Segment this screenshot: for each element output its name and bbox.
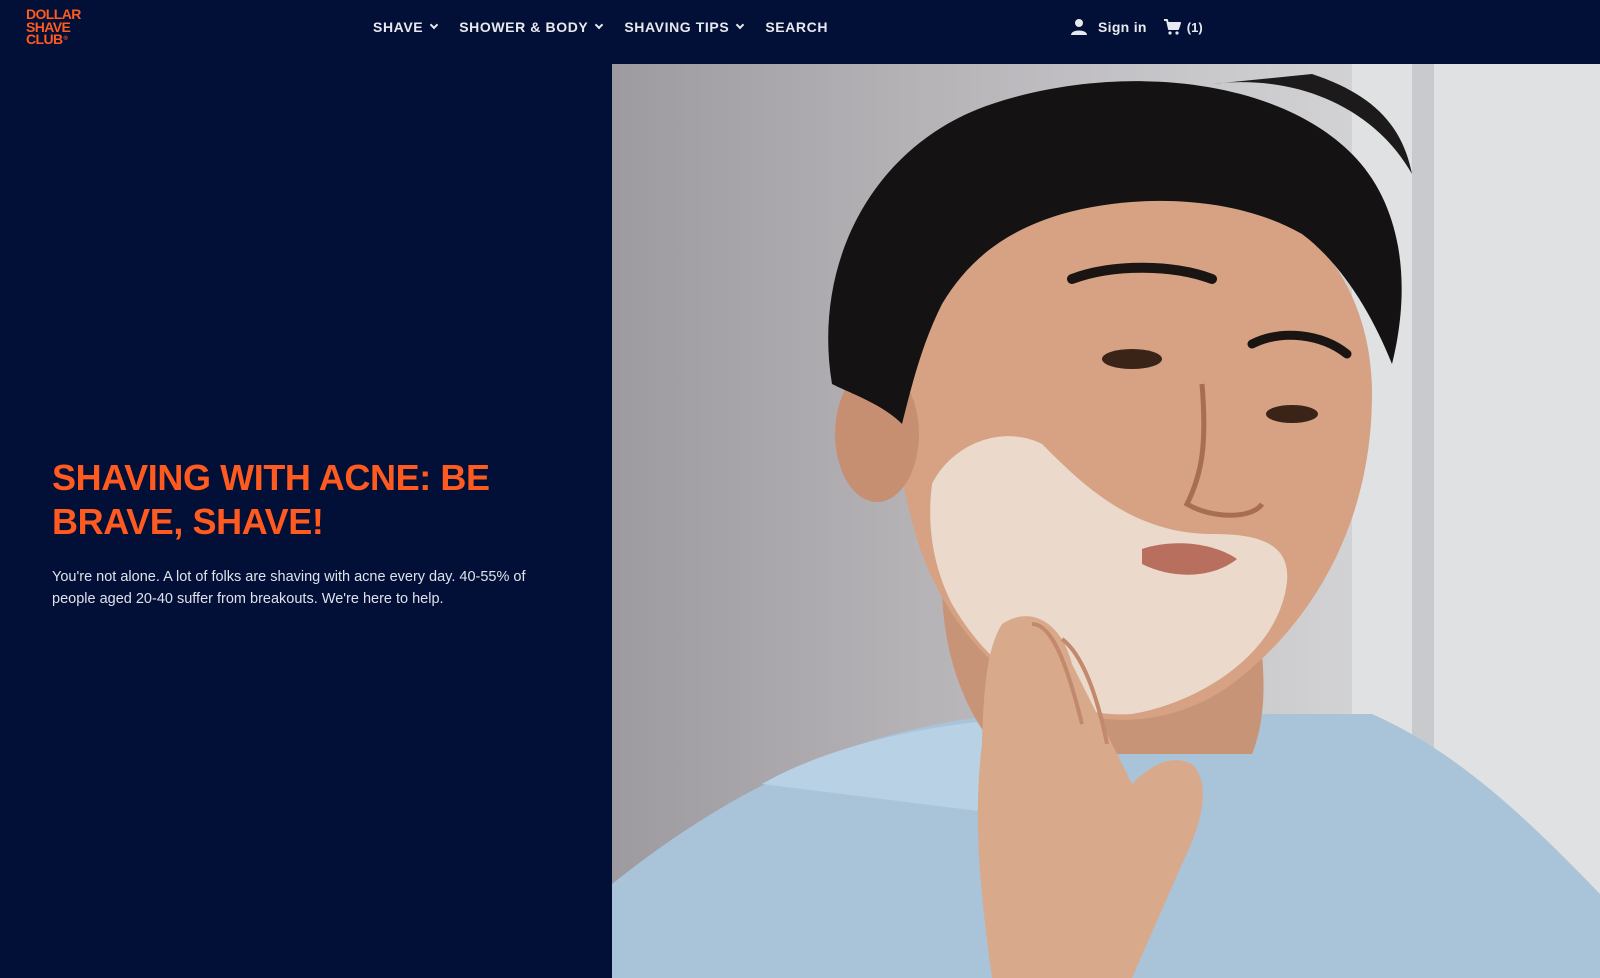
- account-area: Sign in (1): [1070, 0, 1203, 54]
- chevron-down-icon: [429, 20, 439, 30]
- hero-photo-man-shaving: [612, 64, 1600, 978]
- chevron-down-icon: [736, 20, 745, 30]
- hero-title: SHAVING WITH ACNE: BE BRAVE, SHAVE!: [52, 457, 490, 542]
- nav-item-label: SHOWER & BODY: [459, 19, 589, 35]
- cart-icon[interactable]: [1163, 18, 1181, 36]
- dollar-shave-club-logo[interactable]: DOLLAR SHAVE CLUB®: [26, 7, 92, 47]
- nav-item-label: SHAVING TIPS: [624, 19, 730, 35]
- chevron-down-icon: [595, 20, 604, 30]
- main-nav: SHAVE SHOWER & BODY SHAVING TIPS SEARCH: [373, 0, 850, 54]
- cart-count[interactable]: (1): [1187, 20, 1203, 35]
- site-header: DOLLAR SHAVE CLUB® SHAVE SHOWER & BODY S…: [0, 0, 1600, 64]
- user-icon[interactable]: [1070, 18, 1088, 36]
- nav-item-search[interactable]: SEARCH: [765, 19, 828, 35]
- sign-in-link[interactable]: Sign in: [1098, 19, 1147, 35]
- nav-item-label: SHAVE: [373, 19, 424, 35]
- nav-item-shower-body[interactable]: SHOWER & BODY: [459, 19, 604, 35]
- hero-photo-illustration: [612, 64, 1600, 978]
- nav-item-label: SEARCH: [765, 19, 829, 35]
- logo-line-3: CLUB®: [26, 31, 68, 47]
- nav-item-shave[interactable]: SHAVE: [373, 19, 439, 35]
- nav-item-shaving-tips[interactable]: SHAVING TIPS: [624, 19, 745, 35]
- hero-text-block: SHAVING WITH ACNE: BE BRAVE, SHAVE! You'…: [52, 456, 572, 610]
- hero-subtitle: You're not alone. A lot of folks are sha…: [52, 569, 526, 607]
